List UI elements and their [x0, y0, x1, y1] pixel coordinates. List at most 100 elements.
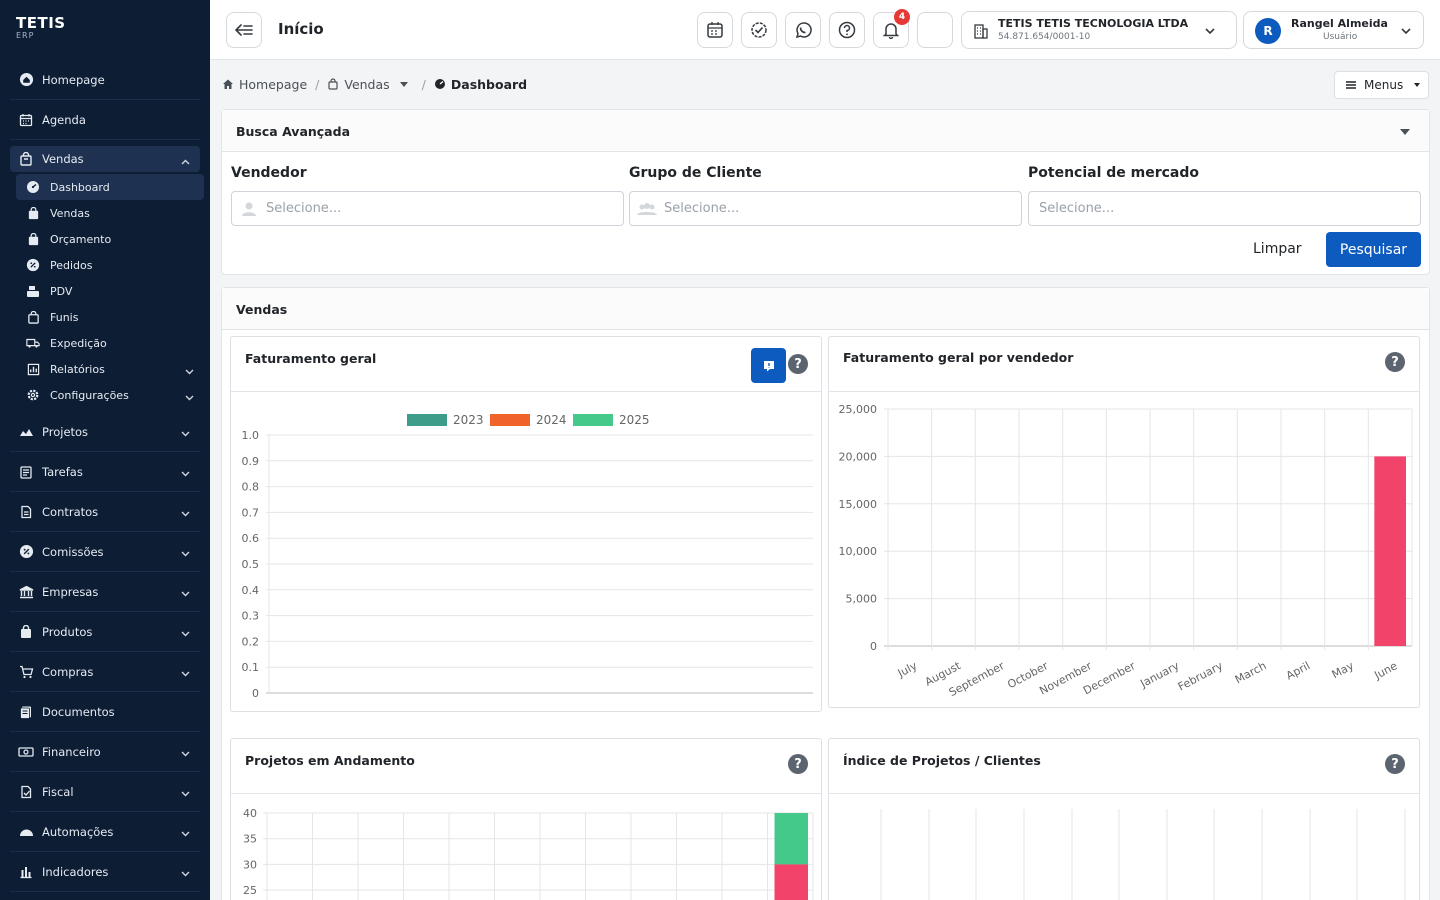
y-tick-label: 30 [243, 858, 257, 871]
bank-icon [18, 584, 34, 600]
y-tick-label: 15,000 [839, 498, 878, 511]
sidebar-item-financeiro[interactable]: Financeiro [10, 732, 200, 772]
y-tick-label: 20,000 [839, 450, 878, 463]
sidebar-item-contratos[interactable]: Contratos [10, 492, 200, 532]
breadcrumb-vendas[interactable]: Vendas [344, 77, 389, 92]
comment-icon [763, 360, 774, 371]
bar-segment-green[interactable] [774, 813, 809, 865]
arrow-left-icon [235, 24, 253, 36]
indice-projetos-card: Índice de Projetos / Clientes ? [828, 738, 1420, 900]
bar-segment-pink[interactable] [774, 864, 809, 900]
home-icon [223, 79, 233, 89]
legend-swatch[interactable] [407, 414, 447, 426]
dark-mode-toggle[interactable] [917, 12, 953, 48]
legend-label[interactable]: 2024 [536, 413, 567, 427]
sidebar-item-automacoes[interactable]: Automações [10, 812, 200, 852]
sidebar-item-label: Vendas [42, 152, 84, 166]
sidebar-item-agenda[interactable]: Agenda [10, 100, 200, 140]
users-icon [637, 202, 657, 215]
x-tick-label: April [1284, 659, 1312, 682]
x-tick-label: July [895, 659, 920, 680]
help-icon[interactable]: ? [1385, 352, 1405, 372]
y-tick-label: 0.5 [242, 558, 260, 571]
grupo-cliente-select[interactable]: Selecione... [629, 191, 1022, 226]
menus-dropdown-button[interactable]: Menus [1334, 71, 1429, 99]
y-tick-label: 5,000 [846, 593, 878, 606]
sidebar-item-tarefas[interactable]: Tarefas [10, 452, 200, 492]
comment-button[interactable] [751, 348, 786, 383]
whatsapp-button[interactable] [785, 12, 821, 48]
legend-swatch[interactable] [573, 414, 613, 426]
y-tick-label: 0.1 [242, 661, 260, 674]
submenu-item-label: Orçamento [50, 232, 112, 246]
help-icon[interactable]: ? [1385, 754, 1405, 774]
y-tick-label: 0.9 [242, 455, 260, 468]
sidebar-item-empresas[interactable]: Empresas [10, 572, 200, 612]
legend-label[interactable]: 2025 [619, 413, 650, 427]
sidebar-item-indicadores[interactable]: Indicadores [10, 852, 200, 892]
fiscal-icon [18, 784, 34, 800]
y-tick-label: 0.4 [242, 584, 260, 597]
submenu-item-funis[interactable]: Funis [16, 304, 204, 330]
caret-down-icon[interactable] [398, 79, 410, 89]
help-button[interactable] [829, 12, 865, 48]
submenu-item-pedidos[interactable]: Pedidos [16, 252, 204, 278]
company-name: TETIS TETIS TECNOLOGIA LTDA [998, 17, 1189, 30]
sidebar-item-compras[interactable]: Compras [10, 652, 200, 692]
badge-check-icon [751, 22, 767, 38]
clear-button[interactable]: Limpar [1253, 241, 1302, 257]
y-tick-label: 1.0 [242, 429, 260, 442]
y-tick-label: 0 [870, 640, 877, 653]
sidebar-item-projetos[interactable]: Projetos [10, 412, 200, 452]
submenu-item-expedicao[interactable]: Expedição [16, 330, 204, 356]
company-selector[interactable]: TETIS TETIS TECNOLOGIA LTDA 54.871.654/0… [961, 11, 1237, 49]
brand-logo[interactable]: TETIS ERP [0, 0, 210, 60]
vendedor-label: Vendedor [231, 165, 307, 181]
projects-icon [18, 424, 34, 440]
help-icon[interactable]: ? [788, 354, 808, 374]
sidebar-item-label: Empresas [42, 584, 99, 599]
calendar-button[interactable] [697, 12, 733, 48]
search-button[interactable]: Pesquisar [1326, 232, 1421, 267]
orcamento-icon [26, 232, 40, 246]
breadcrumb-home[interactable]: Homepage [239, 77, 307, 92]
notifications-button[interactable]: 4 [873, 9, 910, 48]
user-role: Usuário [1323, 32, 1358, 42]
sidebar-item-fiscal[interactable]: Fiscal [10, 772, 200, 812]
vendas-icon [26, 206, 40, 220]
y-tick-label: 40 [243, 807, 257, 820]
caret-down-icon[interactable] [1399, 128, 1411, 136]
vendedor-select[interactable]: Selecione... [231, 191, 624, 226]
potencial-select[interactable]: Selecione... [1028, 191, 1421, 226]
y-tick-label: 35 [243, 833, 257, 846]
truck-icon [26, 336, 40, 350]
pedidos-icon [26, 258, 40, 272]
submenu-item-configuracoes[interactable]: Configurações [16, 382, 204, 408]
legend-swatch[interactable] [490, 414, 530, 426]
advanced-search-title: Busca Avançada [236, 124, 351, 139]
sidebar-item-label: Projetos [42, 424, 89, 439]
sidebar-item-homepage[interactable]: Homepage [10, 60, 200, 100]
submenu-item-vendas[interactable]: Vendas [16, 200, 204, 226]
advanced-search-header[interactable]: Busca Avançada [222, 110, 1429, 152]
bar-june[interactable] [1374, 456, 1406, 646]
sidebar-item-comissoes[interactable]: Comissões [10, 532, 200, 572]
y-tick-label: 25 [243, 884, 257, 897]
collapse-sidebar-button[interactable] [226, 12, 262, 48]
submenu-item-pdv[interactable]: PDV [16, 278, 204, 304]
user-menu[interactable]: R Rangel Almeida Usuário [1243, 11, 1424, 49]
chevron-down-icon [181, 751, 190, 757]
sidebar-item-vendas[interactable]: Vendas [10, 146, 200, 172]
chevron-down-icon [181, 671, 190, 677]
y-tick-label: 0.8 [242, 481, 260, 494]
legend-label[interactable]: 2023 [453, 413, 484, 427]
faturamento-vendedor-card: Faturamento geral por vendedor ? 25,000 2… [828, 336, 1420, 708]
submenu-item-orcamento[interactable]: Orçamento [16, 226, 204, 252]
submenu-item-relatorios[interactable]: Relatórios [16, 356, 204, 382]
verified-button[interactable] [741, 12, 777, 48]
sidebar-item-produtos[interactable]: Produtos [10, 612, 200, 652]
sidebar-item-label: Indicadores [42, 864, 109, 879]
help-icon[interactable]: ? [788, 754, 808, 774]
sidebar-item-documentos[interactable]: Documentos [10, 692, 200, 732]
submenu-item-dashboard[interactable]: Dashboard [16, 174, 204, 200]
